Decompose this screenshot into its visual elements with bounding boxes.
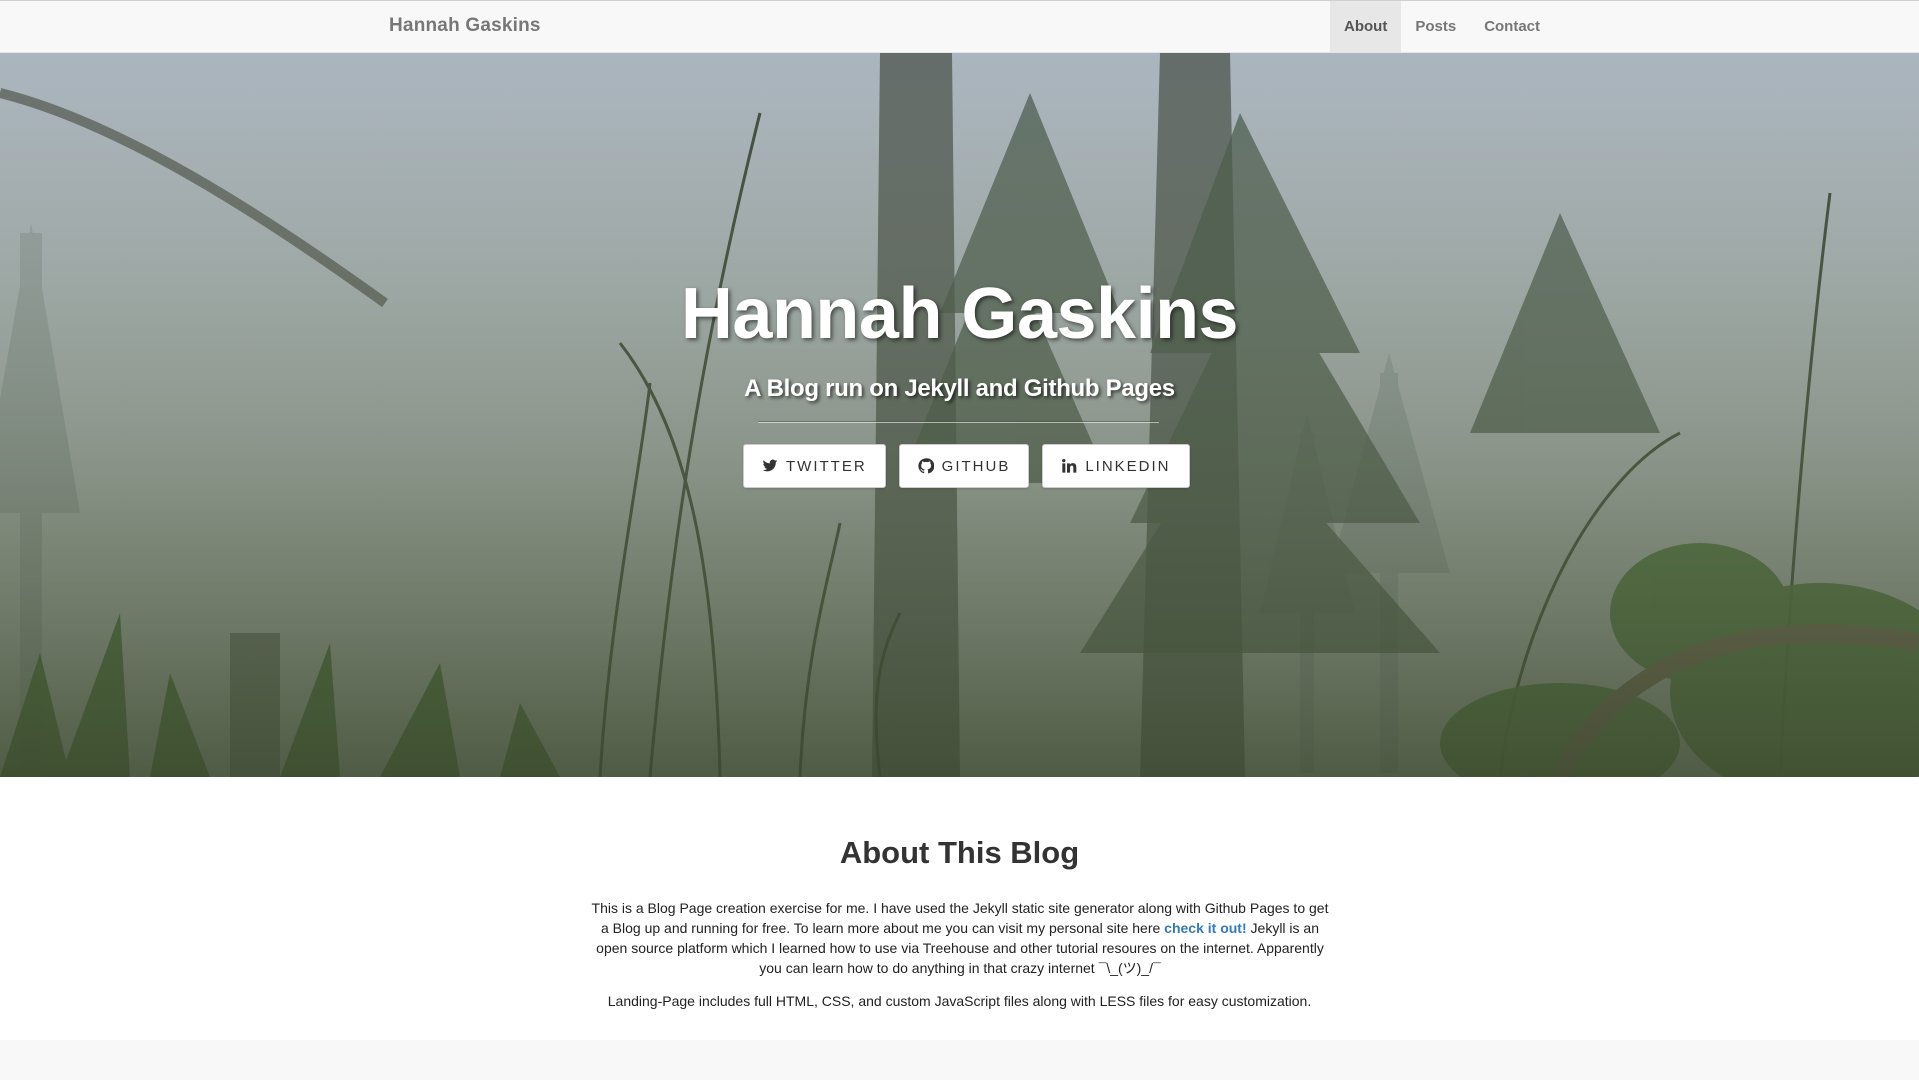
twitter-label: TWITTER [786, 457, 867, 475]
brand-link[interactable]: Hannah Gaskins [389, 15, 541, 37]
nav-item-contact: Contact [1470, 1, 1554, 53]
github-button[interactable]: GITHUB [898, 444, 1030, 488]
linkedin-button[interactable]: LINKEDIN [1042, 444, 1190, 488]
github-label: GITHUB [941, 457, 1011, 475]
hero-divider [758, 421, 1159, 423]
nav-item-about: About [1330, 1, 1402, 53]
social-buttons: TWITTER GITHUB LINKEDIN [743, 444, 1190, 488]
hero-title: Hannah Gaskins [680, 274, 1239, 354]
linkedin-icon [1061, 458, 1077, 474]
linkedin-label: LINKEDIN [1085, 457, 1171, 475]
personal-site-link[interactable]: check it out! [1164, 920, 1246, 936]
nav-link-about[interactable]: About [1330, 1, 1402, 53]
github-icon [918, 458, 934, 474]
twitter-button[interactable]: TWITTER [743, 444, 886, 488]
footer [0, 1040, 1919, 1080]
hero-header: Hannah Gaskins A Blog run on Jekyll and … [0, 53, 1919, 777]
about-paragraph-2: Landing-Page includes full HTML, CSS, an… [607, 993, 1312, 1009]
nav-link-contact[interactable]: Contact [1470, 1, 1554, 53]
nav-item-posts: Posts [1401, 1, 1470, 53]
hero-subtitle: A Blog run on Jekyll and Github Pages [744, 375, 1175, 402]
nav-link-posts[interactable]: Posts [1401, 1, 1470, 53]
about-paragraph: This is a Blog Page creation exercise fo… [586, 898, 1334, 978]
navbar: Hannah Gaskins About Posts Contact [0, 0, 1919, 53]
about-heading: About This Blog [839, 835, 1080, 870]
nav-menu: About Posts Contact [1330, 1, 1554, 53]
hero-background-image [0, 53, 1919, 777]
twitter-icon [762, 458, 778, 474]
about-section: About This Blog This is a Blog Page crea… [0, 777, 1919, 1040]
